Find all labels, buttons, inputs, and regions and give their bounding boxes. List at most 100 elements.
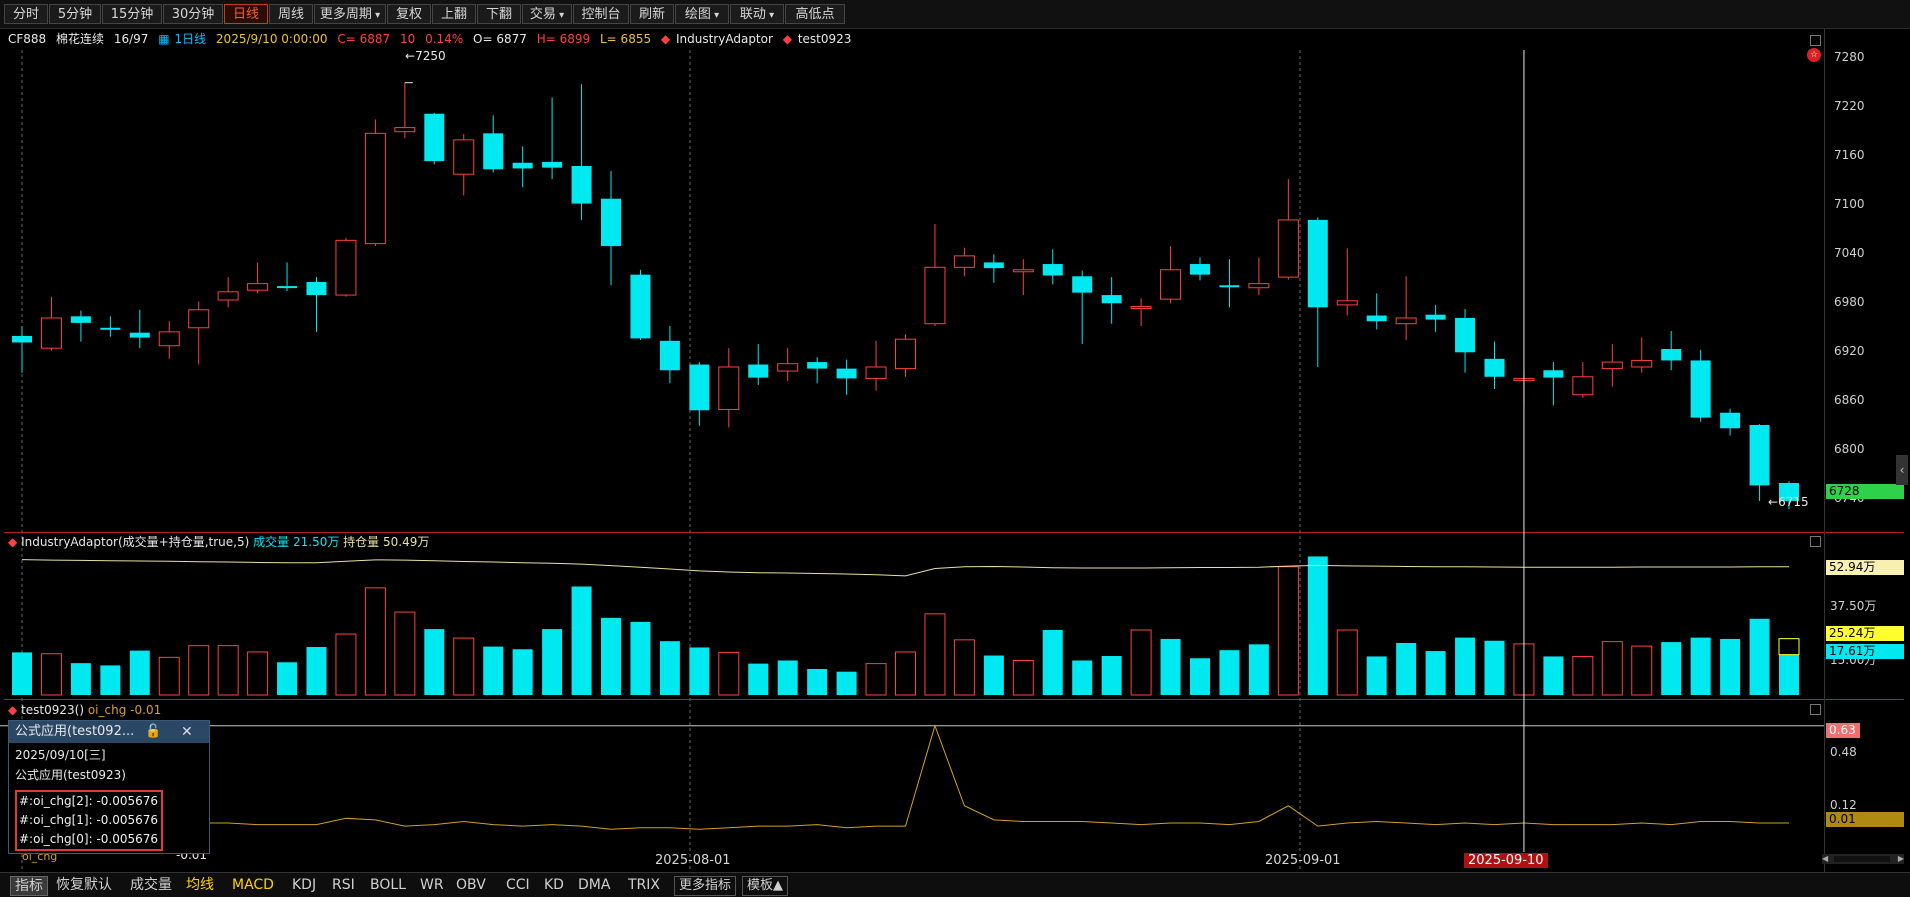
bottom-tab-9[interactable]: OBV [456, 876, 486, 894]
volume-bar-up [1336, 629, 1358, 696]
bottom-tab-13[interactable]: TRIX [628, 876, 660, 894]
volume-bar-down [100, 665, 121, 695]
bottom-tab-6[interactable]: RSI [332, 876, 355, 894]
bottom-tab-4[interactable]: MACD [232, 876, 274, 894]
volume-bar-up [1572, 655, 1594, 696]
bottom-tab-12[interactable]: DMA [578, 876, 610, 894]
candle-body-down [1455, 317, 1476, 353]
volume-tag: 25.24万 [1826, 626, 1904, 641]
volume-bar-up [1130, 629, 1152, 696]
candle-body-up [364, 132, 386, 245]
bottom-tab-1[interactable]: 恢复默认 [56, 876, 112, 894]
volume-bar-down [836, 671, 857, 695]
bottom-tab-0[interactable]: 指标 [10, 876, 48, 896]
x-axis-label: 2025-09-01 [1265, 853, 1341, 868]
candle-body-up [158, 331, 180, 347]
volume-bar-down [1160, 638, 1181, 695]
side-expand-handle[interactable]: ‹ [1896, 455, 1908, 485]
candle-body-down [1484, 358, 1505, 377]
price-axis-tick: 6860 [1834, 393, 1865, 408]
volume-bar-down [1720, 638, 1741, 695]
volume-bar-down [512, 649, 533, 695]
volume-bar-up [865, 663, 887, 696]
low-price-marker: ←6715 [1768, 495, 1809, 509]
bottom-tab-2[interactable]: 成交量 [130, 876, 172, 894]
candle-body-down [1690, 360, 1711, 418]
bottom-tab-14[interactable]: 更多指标 [674, 876, 737, 896]
volume-bar-down [1543, 656, 1564, 695]
candle-body-down [129, 332, 150, 338]
price-axis-tick: 7220 [1834, 99, 1865, 114]
candle-body-up [188, 309, 210, 329]
candle-body-down [659, 340, 680, 371]
candle-body-down [424, 113, 445, 162]
scrollbar[interactable]: ◀ ▶ [1822, 854, 1904, 864]
volume-bar-down [1396, 642, 1417, 695]
collapse-icon[interactable] [1810, 35, 1821, 46]
candle-body-up [453, 139, 475, 175]
candle-body-down [1661, 349, 1682, 361]
candle-body-up [718, 366, 740, 410]
indicator-name[interactable]: test0923() [21, 703, 84, 717]
volume-bar-down [1661, 642, 1682, 695]
alert-icon[interactable]: ☆ [1807, 48, 1821, 62]
candle-body-up [247, 283, 269, 291]
collapse-icon[interactable] [1810, 704, 1821, 715]
bottom-tab-8[interactable]: WR [420, 876, 444, 894]
scroll-left-arrow[interactable]: ◀ [1822, 854, 1828, 864]
price-axis-tick: 7280 [1834, 50, 1865, 65]
high-price-marker: ←7250 [405, 49, 446, 63]
candle-body-up [895, 338, 916, 370]
bottom-tab-3[interactable]: 均线 [186, 876, 214, 894]
candle-body-up [777, 363, 799, 372]
last-price-tag: 6728 [1826, 484, 1904, 499]
volume-bar-up [953, 639, 975, 696]
volume-bar-down [571, 586, 592, 695]
volume-indicator-name[interactable]: IndustryAdaptor(成交量+持仓量,true,5) [21, 535, 249, 549]
bottom-tab-5[interactable]: KDJ [292, 876, 316, 894]
volume-bar-down [1072, 660, 1093, 695]
candle-body-down [630, 274, 651, 339]
candle-body-down [512, 162, 533, 169]
volume-bar-down [807, 668, 828, 695]
indicator-axis-tick: 0.48 [1830, 745, 1857, 759]
candle-body-up [953, 255, 975, 268]
bottom-tab-10[interactable]: CCI [506, 876, 530, 894]
bottom-tab-15[interactable]: 模板▲ [742, 876, 788, 896]
candle-body-down [601, 198, 621, 247]
volume-bar-up [40, 653, 62, 696]
candlestick-chart[interactable] [0, 0, 1910, 896]
volume-bar-down [483, 646, 504, 695]
scroll-right-arrow[interactable]: ▶ [1898, 854, 1904, 864]
volume-bar-down [1248, 644, 1269, 695]
formula-popup[interactable]: 公式应用(test092... 🔓 ✕ 2025/09/10[三] 公式应用(t… [8, 720, 210, 854]
close-icon[interactable]: ✕ [181, 721, 193, 743]
volume-highlight [1778, 638, 1800, 656]
popup-value-row: #:oi_chg[2]: -0.005676 [19, 794, 159, 808]
candle-body-down [1425, 314, 1446, 320]
diamond-icon: ◆ [8, 535, 18, 549]
volume-bar-down [277, 662, 298, 695]
volume-bar-down [1219, 650, 1240, 695]
candle-body-down [571, 166, 592, 204]
volume-bar-down [1425, 651, 1446, 695]
candle-body-up [1248, 283, 1270, 289]
candle-body-down [807, 362, 828, 369]
volume-bar-up [895, 651, 916, 696]
volume-bar-down [12, 652, 32, 695]
candle-body-down [1720, 412, 1741, 429]
volume-bar-down [1307, 556, 1328, 695]
oi-label: 持仓量 [343, 535, 380, 549]
bottom-tab-7[interactable]: BOLL [370, 876, 406, 894]
collapse-icon[interactable] [1810, 536, 1821, 547]
bottom-tab-11[interactable]: KD [544, 876, 564, 894]
volume-bar-up [924, 613, 946, 696]
candle-body-down [1307, 219, 1328, 308]
volume-bar-up [158, 656, 180, 696]
popup-header[interactable]: 公式应用(test092... 🔓 ✕ [9, 721, 209, 743]
scrollbar-thumb[interactable] [1834, 856, 1890, 862]
volume-bar-up [217, 645, 239, 696]
candle-body-down [70, 316, 91, 323]
lock-icon[interactable]: 🔓 [145, 721, 161, 743]
volume-bar-down [1190, 658, 1210, 695]
